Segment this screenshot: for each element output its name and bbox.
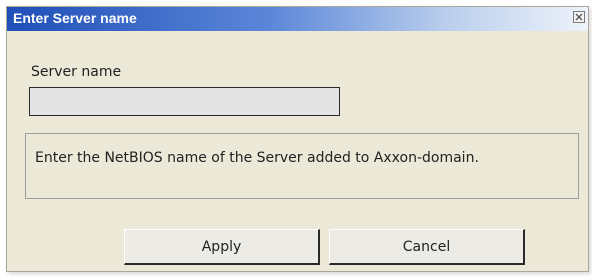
apply-button[interactable]: Apply: [124, 229, 320, 265]
title-bar[interactable]: Enter Server name: [7, 7, 588, 31]
enter-server-name-dialog: Enter Server name Server name Enter the …: [6, 6, 589, 272]
server-name-label: Server name: [31, 64, 122, 80]
cancel-button[interactable]: Cancel: [329, 229, 525, 265]
info-text: Enter the NetBIOS name of the Server add…: [35, 150, 479, 166]
server-name-input[interactable]: [29, 87, 340, 116]
window-title: Enter Server name: [13, 10, 137, 26]
close-icon: [575, 13, 583, 21]
close-button[interactable]: [573, 11, 585, 23]
info-panel: Enter the NetBIOS name of the Server add…: [25, 133, 579, 199]
